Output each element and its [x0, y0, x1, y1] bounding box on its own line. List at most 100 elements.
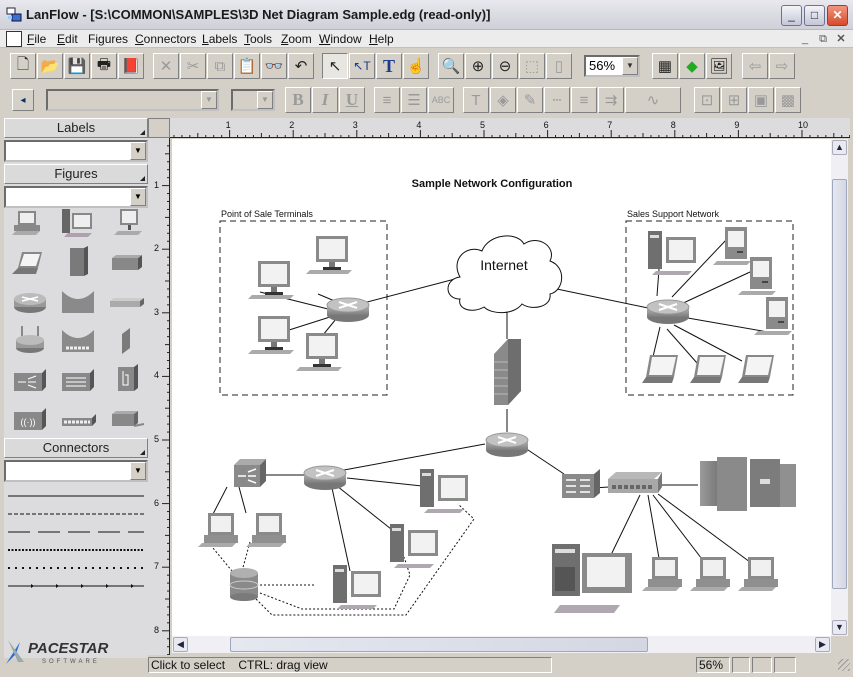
abc-button[interactable]: ABC	[428, 87, 454, 113]
labels-combo[interactable]: ▼	[4, 140, 148, 162]
zoom-combo[interactable]: 56% ▼	[584, 55, 640, 77]
labels-panel-header[interactable]: Labels	[4, 118, 148, 138]
internet-cloud[interactable]	[447, 235, 563, 314]
minimize-button[interactable]: _	[781, 5, 802, 26]
figure-router-icon[interactable]	[10, 284, 50, 318]
font-name-combo[interactable]: ▼	[46, 89, 219, 111]
fill-color-button[interactable]: ◈	[490, 87, 516, 113]
menu-window[interactable]: Window	[319, 32, 362, 46]
chevron-down-icon[interactable]: ▼	[201, 91, 217, 109]
link-back-button[interactable]: ⇦	[742, 53, 768, 79]
figures-panel-header[interactable]: Figures	[4, 164, 148, 184]
close-button[interactable]: ✕	[827, 5, 848, 26]
figure-firewall-icon[interactable]	[106, 323, 146, 357]
panel-toggle-icon[interactable]: ◂	[12, 89, 34, 111]
copy-button[interactable]: ⧉	[207, 53, 233, 79]
zoom-button[interactable]: 🔍	[438, 53, 464, 79]
pos-terminal-1[interactable]	[248, 261, 294, 299]
zoom-out-button[interactable]: ⊖	[492, 53, 518, 79]
scroll-right-icon[interactable]: ▶	[815, 637, 830, 652]
lan-router[interactable]	[303, 465, 347, 491]
chevron-down-icon[interactable]: ▼	[130, 188, 146, 206]
font-size-combo[interactable]: ▼	[231, 89, 275, 111]
italic-button[interactable]: I	[312, 87, 338, 113]
menu-help[interactable]: Help	[369, 32, 394, 46]
lan-desktop-2[interactable]	[390, 524, 438, 568]
open-button[interactable]: 📂	[37, 53, 63, 79]
figure-wireless-router-icon[interactable]	[10, 323, 50, 357]
workstation-3[interactable]	[738, 557, 778, 591]
connector-sparse-dotted[interactable]	[8, 562, 144, 569]
vertical-scroll-thumb[interactable]	[832, 179, 847, 589]
sales-laptop-2[interactable]	[690, 355, 726, 383]
chevron-down-icon[interactable]: ▼	[130, 462, 146, 480]
figure-fddi-ring-icon[interactable]	[58, 401, 98, 435]
grid-button[interactable]: ▦	[652, 53, 678, 79]
line-width-button[interactable]: ≡	[571, 87, 597, 113]
lan-desktop-1[interactable]	[333, 565, 381, 609]
pos-terminal-3[interactable]	[248, 316, 294, 354]
chevron-down-icon[interactable]: ▼	[130, 142, 146, 160]
lan-switch[interactable]	[234, 459, 266, 487]
mdi-minimize-button[interactable]: _	[797, 32, 813, 46]
figure-rack-device-icon[interactable]	[106, 245, 146, 279]
help-book-button[interactable]: 📕	[118, 53, 144, 79]
sales-laptop-3[interactable]	[738, 355, 774, 383]
zoom-page-button[interactable]: ▯	[546, 53, 572, 79]
connector-dashed[interactable]	[8, 508, 144, 515]
sales-desktop[interactable]	[648, 231, 696, 275]
text-button[interactable]: T	[376, 53, 402, 79]
line-color-button[interactable]: ✎	[517, 87, 543, 113]
image-button[interactable]: 🖼	[706, 53, 732, 79]
undo-button[interactable]: ↶	[288, 53, 314, 79]
connector-route-button[interactable]: ∿	[625, 87, 681, 113]
underline-button[interactable]: U	[339, 87, 365, 113]
save-button[interactable]: 💾	[64, 53, 90, 79]
pos-terminal-2[interactable]	[306, 236, 352, 274]
document-icon[interactable]	[6, 31, 22, 47]
lan-workstation-2[interactable]	[246, 513, 286, 547]
bold-button[interactable]: B	[285, 87, 311, 113]
sales-laptop-1[interactable]	[642, 355, 678, 383]
group-button[interactable]: ⊡	[694, 87, 720, 113]
align-left-button[interactable]: ≡	[374, 87, 400, 113]
horizontal-scroll-thumb[interactable]	[230, 637, 648, 652]
scroll-down-icon[interactable]: ▼	[832, 620, 847, 635]
resize-grip[interactable]	[838, 659, 850, 671]
paste-button[interactable]: 📋	[234, 53, 260, 79]
connectors-combo[interactable]: ▼	[4, 460, 148, 482]
pos-terminal-4[interactable]	[296, 333, 342, 371]
mdi-restore-button[interactable]: ⧉	[815, 32, 831, 46]
chevron-down-icon[interactable]: ▼	[622, 57, 638, 75]
figure-multilayer-switch-icon[interactable]	[58, 362, 98, 396]
figure-flat-panel-icon[interactable]	[106, 206, 146, 240]
figure-laptop-icon[interactable]	[10, 245, 50, 279]
horizontal-scrollbar[interactable]: ◀ ▶	[172, 636, 831, 653]
connect-button[interactable]: ☝	[403, 53, 429, 79]
zoom-fit-button[interactable]: ⬚	[519, 53, 545, 79]
figure-switch-icon[interactable]	[10, 362, 50, 396]
find-button[interactable]: 👓	[261, 53, 287, 79]
figure-hub-icon[interactable]	[106, 284, 146, 318]
large-workstation[interactable]	[552, 544, 632, 613]
zoom-in-button[interactable]: ⊕	[465, 53, 491, 79]
text-color-button[interactable]: T	[463, 87, 489, 113]
vertical-scrollbar[interactable]: ▲ ▼	[831, 139, 848, 636]
workstation-2[interactable]	[690, 557, 730, 591]
figure-tower-pc-icon[interactable]	[58, 206, 98, 240]
menu-tools[interactable]: Tools	[244, 32, 272, 46]
line-style-button[interactable]: ┄	[544, 87, 570, 113]
select-pointer-button[interactable]: ↖	[322, 53, 348, 79]
core-router[interactable]	[485, 432, 529, 458]
figure-access-point-icon[interactable]: ((·))	[10, 401, 50, 435]
sales-pc-3[interactable]	[754, 297, 792, 335]
connector-dense-dotted[interactable]	[8, 544, 144, 551]
diagram-canvas[interactable]: Sample Network Configuration Point of Sa…	[172, 139, 831, 636]
mainframe-server[interactable]	[700, 457, 796, 511]
delete-button[interactable]: ✕	[153, 53, 179, 79]
sales-router[interactable]	[646, 299, 690, 325]
link-forward-button[interactable]: ⇨	[769, 53, 795, 79]
ungroup-button[interactable]: ⊞	[721, 87, 747, 113]
bring-front-button[interactable]: ▣	[748, 87, 774, 113]
mdi-close-button[interactable]: ✕	[833, 32, 849, 46]
